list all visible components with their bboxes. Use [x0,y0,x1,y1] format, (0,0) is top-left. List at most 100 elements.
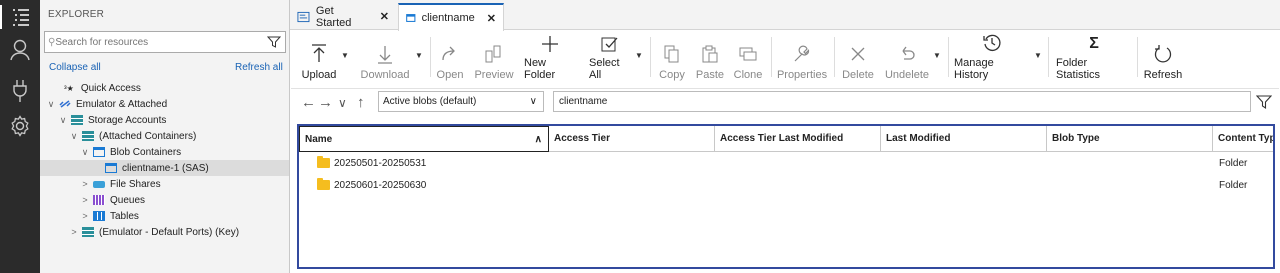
chevron-right-icon[interactable]: > [80,195,90,205]
chevron-right-icon[interactable]: > [69,227,79,237]
tab-get-started[interactable]: Get Started ✕ [290,3,396,30]
plus-icon [541,35,559,53]
search-input[interactable] [55,36,267,48]
tree-item-label: Queues [110,194,146,206]
column-header-access-tier[interactable]: Access Tier [549,126,715,152]
chevron-down-icon[interactable]: ∨ [80,147,90,158]
chevron-down-icon: ∨ [529,96,537,107]
column-header-label: Last Modified [886,133,951,144]
tree-item-queues[interactable]: > Queues [40,192,289,208]
tree-item-label: File Shares [110,178,161,190]
close-icon[interactable]: ✕ [487,12,496,25]
queue-icon [93,195,105,205]
column-header-label: Access Tier [554,133,610,144]
search-icon: ⚲ [48,36,56,48]
up-arrow-icon[interactable]: ↑ [357,94,365,111]
column-header-access-tier-last-modified[interactable]: Access Tier Last Modified [715,126,881,152]
properties-button[interactable]: Properties [777,35,827,81]
content-type-cell: Folder [1219,157,1248,169]
download-button[interactable]: Download [359,35,411,81]
select-all-dropdown-caret[interactable]: ▼ [635,51,643,60]
tree-item-label: Storage Accounts [88,114,167,126]
tree-item-label: Quick Access [80,82,141,94]
preview-button[interactable]: Preview [474,35,514,81]
tree-item-tables[interactable]: > Tables [40,208,289,224]
tree-item-quick-access[interactable]: ³★ Quick Access [40,80,289,96]
tab-label: clientname [421,12,475,24]
delete-icon [850,43,866,65]
chevron-down-icon[interactable]: ∨ [338,96,347,110]
tab-clientname[interactable]: clientname ✕ [398,3,504,31]
upload-dropdown-caret[interactable]: ▼ [341,51,349,60]
upload-label: Upload [301,69,337,81]
view-select[interactable]: Active blobs (default) ∨ [378,91,544,112]
paste-button[interactable]: Paste [695,35,725,81]
tree-item-emulator-attached[interactable]: ∨ Emulator & Attached [40,96,289,112]
settings-icon[interactable] [8,114,32,138]
tree-item-label: (Attached Containers) [99,130,197,142]
filter-icon[interactable] [267,36,281,48]
storage-icon [82,131,94,141]
new-folder-button[interactable]: New Folder [524,35,576,81]
forward-arrow-icon[interactable]: → [318,94,333,111]
clone-button[interactable]: Clone [733,35,763,81]
tree-item-blob-containers[interactable]: ∨ Blob Containers [40,144,289,160]
table-row[interactable]: 20250601-20250630 Folder [299,174,1273,196]
undo-icon [898,43,916,65]
refresh-button[interactable]: Refresh [1144,35,1182,81]
open-button[interactable]: Open [436,35,464,81]
tree-item-label: clientname-1 (SAS) [122,162,209,174]
sigma-icon: Σ [1089,35,1099,52]
download-icon [377,43,393,65]
column-header-content-type[interactable]: Content Typ [1213,126,1273,152]
back-arrow-icon[interactable]: ← [301,94,316,111]
toolbar-separator [1137,37,1138,77]
refresh-all-link[interactable]: Refresh all [235,62,283,73]
collapse-all-link[interactable]: Collapse all [49,62,101,73]
chevron-right-icon[interactable]: > [80,211,90,221]
column-header-last-modified[interactable]: Last Modified [881,126,1047,152]
chevron-down-icon[interactable]: ∨ [46,99,56,110]
tree-item-emulator-default[interactable]: > (Emulator - Default Ports) (Key) [40,224,289,240]
delete-button[interactable]: Delete [842,35,874,81]
column-header-blob-type[interactable]: Blob Type [1047,126,1213,152]
wrench-icon [793,43,811,65]
delete-label: Delete [842,69,874,81]
folder-statistics-button[interactable]: Σ Folder Statistics [1056,35,1132,81]
tree-item-attached-containers[interactable]: ∨ (Attached Containers) [40,128,289,144]
tree-item-file-shares[interactable]: > File Shares [40,176,289,192]
copy-button[interactable]: Copy [658,35,686,81]
plug-icon[interactable] [8,79,32,103]
chevron-right-icon[interactable]: > [80,179,90,189]
manage-history-button[interactable]: Manage History [954,34,1030,81]
close-icon[interactable]: ✕ [380,10,389,23]
manage-history-dropdown-caret[interactable]: ▼ [1034,51,1042,60]
tree-item-clientname[interactable]: clientname-1 (SAS) [40,160,289,176]
chevron-down-icon[interactable]: ∨ [69,131,79,142]
table-row[interactable]: 20250501-20250531 Folder [299,152,1273,174]
toolbar-separator [650,37,651,77]
link-icon [59,100,71,108]
chevron-down-icon[interactable]: ∨ [58,115,68,126]
select-all-icon [601,35,619,53]
select-all-button[interactable]: Select All [589,35,631,81]
undelete-dropdown-caret[interactable]: ▼ [933,51,941,60]
tree-item-storage-accounts[interactable]: ∨ Storage Accounts [40,112,289,128]
upload-button[interactable]: Upload [301,35,337,81]
toolbar-separator [1048,37,1049,77]
tree-item-label: Blob Containers [110,146,182,158]
download-dropdown-caret[interactable]: ▼ [415,51,423,60]
path-input[interactable]: clientname [553,91,1251,112]
storage-icon [82,227,94,237]
undelete-button[interactable]: Undelete [885,35,929,81]
paste-icon [702,43,718,65]
account-icon[interactable] [8,38,32,62]
open-icon [440,43,460,65]
search-box[interactable]: ⚲ [44,31,286,53]
view-select-value: Active blobs (default) [383,96,477,107]
explorer-icon[interactable] [0,5,40,29]
column-header-name[interactable]: Name ∧ [299,126,549,152]
path-value: clientname [559,96,608,107]
filter-icon[interactable] [1256,94,1272,110]
clone-label: Clone [733,69,763,81]
